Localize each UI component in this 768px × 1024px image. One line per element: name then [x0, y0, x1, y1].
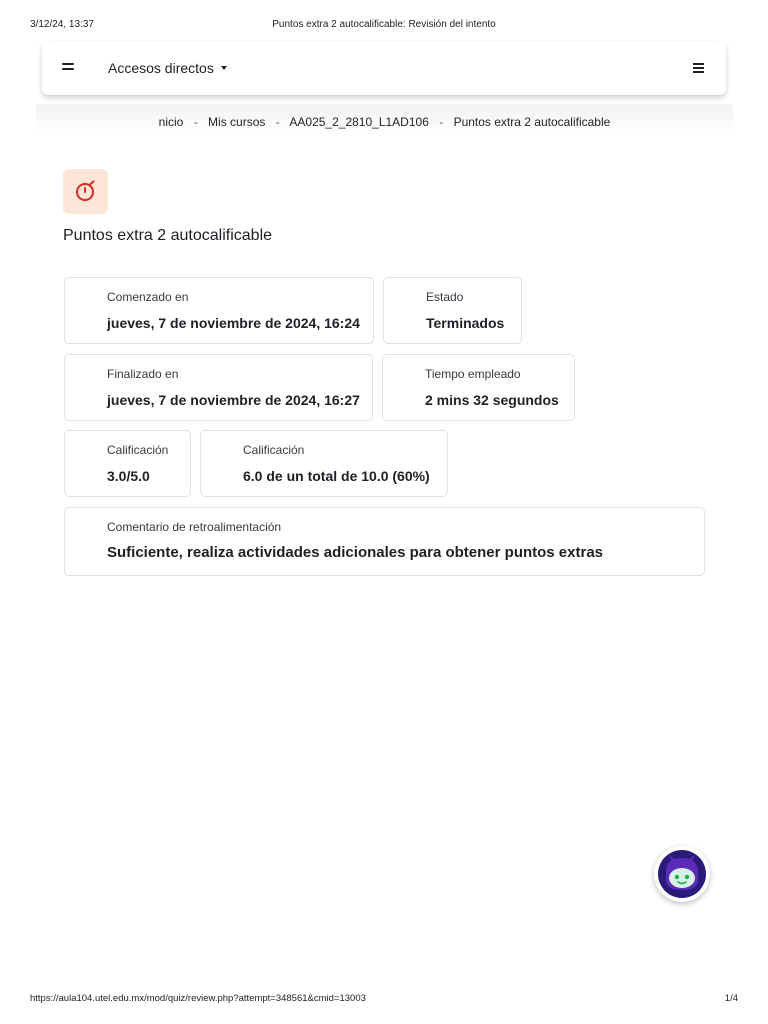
breadcrumb-activity[interactable]: Puntos extra 2 autocalificable [454, 115, 611, 129]
feedback-label: Comentario de retroalimentación [107, 520, 282, 534]
breadcrumb-separator: - [193, 115, 198, 129]
feedback-card: Comentario de retroalimentación Suficien… [64, 507, 705, 576]
chatbot-button[interactable] [654, 846, 710, 902]
shortcuts-dropdown[interactable]: Accesos directos [108, 60, 227, 76]
breadcrumb-separator: - [275, 115, 280, 129]
page-title: Puntos extra 2 autocalificable [63, 227, 273, 244]
marks-value: 3.0/5.0 [107, 468, 150, 484]
chatbot-avatar-icon [658, 850, 706, 898]
breadcrumb: nicio - Mis cursos - AA025_2_2810_L1AD10… [36, 115, 733, 129]
state-label: Estado [426, 290, 464, 304]
grade-label: Calificación [243, 443, 305, 457]
print-header: 3/12/24, 13:37 Puntos extra 2 autocalifi… [30, 19, 738, 33]
breadcrumb-bar: nicio - Mis cursos - AA025_2_2810_L1AD10… [36, 104, 733, 136]
caret-down-icon [220, 66, 227, 70]
print-page-number: 1/4 [724, 993, 738, 1004]
stopwatch-icon [63, 169, 108, 214]
time-taken-card: Tiempo empleado 2 mins 32 segundos [382, 354, 575, 421]
time-taken-label: Tiempo empleado [425, 367, 521, 381]
time-taken-value: 2 mins 32 segundos [425, 392, 559, 408]
breadcrumb-home[interactable]: nicio [159, 115, 184, 129]
grade-value: 6.0 de un total de 10.0 (60%) [243, 468, 430, 484]
print-title: Puntos extra 2 autocalificable: Revisión… [272, 19, 496, 30]
completed-on-card: Finalizado en jueves, 7 de noviembre de … [64, 354, 373, 421]
breadcrumb-separator: - [439, 115, 444, 129]
marks-card: Calificación 3.0/5.0 [64, 430, 191, 497]
started-on-card: Comenzado en jueves, 7 de noviembre de 2… [64, 277, 374, 344]
started-on-value: jueves, 7 de noviembre de 2024, 16:24 [107, 315, 360, 331]
breadcrumb-course[interactable]: AA025_2_2810_L1AD106 [289, 115, 428, 129]
completed-on-value: jueves, 7 de noviembre de 2024, 16:27 [107, 392, 360, 408]
grade-card: Calificación 6.0 de un total de 10.0 (60… [200, 430, 448, 497]
top-navbar: Accesos directos [42, 42, 726, 95]
hamburger-menu-icon[interactable] [693, 63, 704, 73]
print-footer: https://aula104.utel.edu.mx/mod/quiz/rev… [30, 993, 738, 1007]
marks-label: Calificación [107, 443, 169, 457]
completed-on-label: Finalizado en [107, 367, 179, 381]
shortcuts-label: Accesos directos [108, 60, 214, 76]
started-on-label: Comenzado en [107, 290, 189, 304]
breadcrumb-my-courses[interactable]: Mis cursos [208, 115, 265, 129]
feedback-value: Suficiente, realiza actividades adiciona… [107, 544, 604, 561]
print-url: https://aula104.utel.edu.mx/mod/quiz/rev… [30, 993, 366, 1004]
drawer-toggle-icon[interactable] [62, 62, 74, 72]
state-card: Estado Terminados [383, 277, 522, 344]
state-value: Terminados [426, 315, 505, 331]
